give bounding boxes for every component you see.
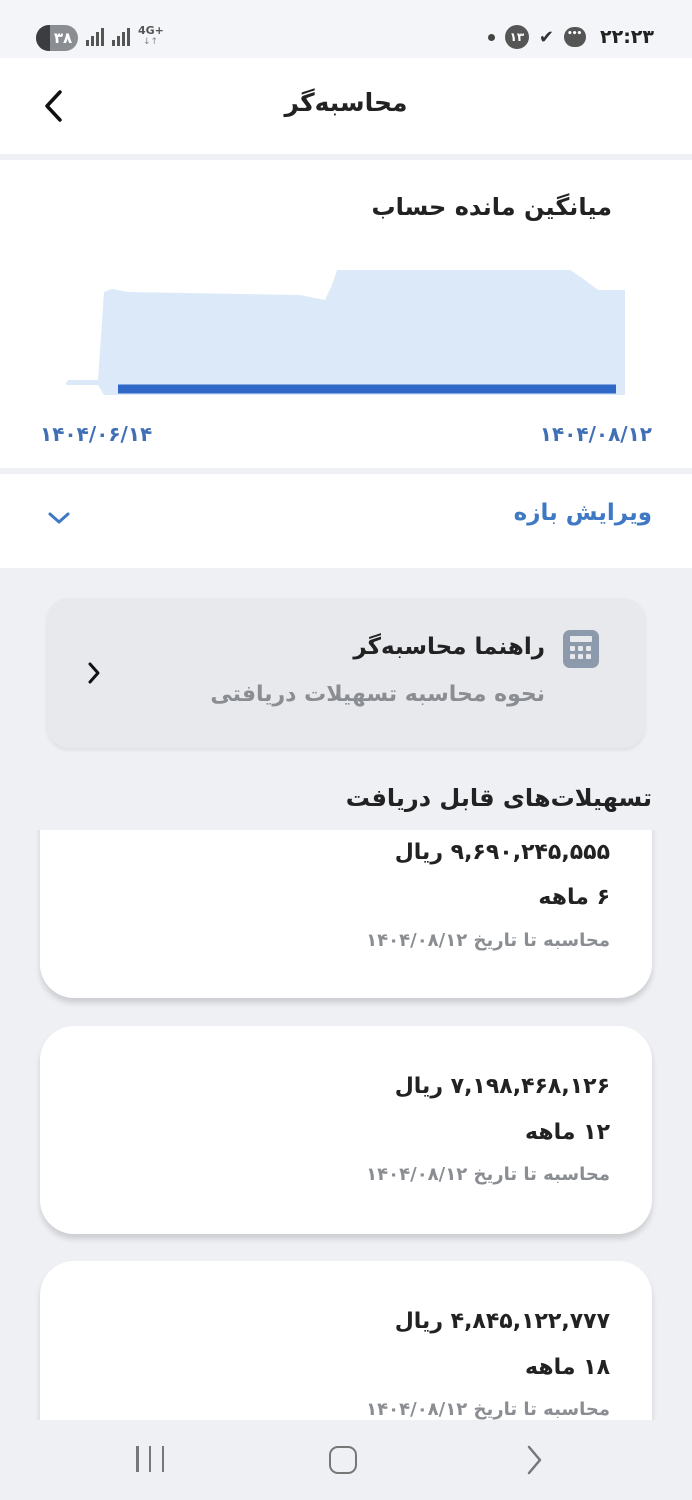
loan-amount: ۷,۱۹۸,۴۶۸,۱۲۶ ریال <box>394 1074 610 1099</box>
signal-icon <box>86 28 106 46</box>
loan-calc-date: محاسبه تا تاریخ ۱۴۰۴/۰۸/۱۲ <box>366 930 610 951</box>
signal-icon-2 <box>112 28 132 46</box>
calculator-guide-card[interactable] <box>47 598 645 748</box>
chevron-left-icon <box>45 90 62 122</box>
loan-amount: ۴,۸۴۵,۱۲۲,۷۷۷ ریال <box>394 1309 610 1334</box>
page-title: محاسبه‌گر <box>284 88 408 117</box>
balance-area-chart <box>66 270 625 395</box>
loan-term: ۶ ماهه <box>538 885 610 910</box>
back-icon[interactable] <box>524 1444 544 1476</box>
chat-icon <box>564 27 586 47</box>
recent-apps-icon[interactable] <box>136 1446 164 1474</box>
balance-area <box>66 270 625 395</box>
guide-title: راهنما محاسبه‌گر <box>353 634 545 660</box>
loans-section-title: تسهیلات‌های قابل دریافت <box>345 784 652 812</box>
battery-indicator: ۳۸ <box>36 25 78 51</box>
notification-dot-icon <box>487 33 495 41</box>
edit-range-label[interactable]: ویرایش بازه <box>514 500 652 526</box>
status-right-group: ۱۳ ✔ ۲۲:۲۳ <box>487 22 654 52</box>
loan-term: ۱۸ ماهه <box>525 1355 610 1380</box>
chart-start-date: ۱۴۰۴/۰۶/۱۴ <box>40 422 153 446</box>
loan-term: ۱۲ ماهه <box>525 1120 610 1145</box>
loan-calc-date: محاسبه تا تاریخ ۱۴۰۴/۰۸/۱۲ <box>366 1164 610 1185</box>
check-icon: ✔ <box>538 26 554 48</box>
notification-badge: ۱۳ <box>504 25 529 49</box>
loan-calc-date: محاسبه تا تاریخ ۱۴۰۴/۰۸/۱۲ <box>366 1399 610 1420</box>
chart-end-date: ۱۴۰۴/۰۸/۱۲ <box>539 422 652 446</box>
loan-amount: ۹,۶۹۰,۲۴۵,۵۵۵ ریال <box>394 840 610 865</box>
chart-title: میانگین مانده حساب <box>371 193 612 221</box>
chevron-left-icon[interactable] <box>86 660 102 686</box>
network-type-label: 4G+ <box>138 24 164 37</box>
loan-card[interactable]: ۹,۶۹۰,۲۴۵,۵۵۵ ریال ۶ ماهه محاسبه تا تاری… <box>40 830 652 998</box>
clock: ۲۲:۲۳ <box>600 26 654 48</box>
loan-card[interactable]: ۴,۸۴۵,۱۲۲,۷۷۷ ریال ۱۸ ماهه محاسبه تا تار… <box>40 1261 652 1420</box>
guide-subtitle: نحوه محاسبه تسهیلات دریافتی <box>210 682 545 707</box>
chevron-down-icon[interactable] <box>46 510 72 526</box>
calculator-icon <box>563 630 599 668</box>
data-arrows-icon: ↓↑ <box>143 37 159 47</box>
loan-card[interactable]: ۷,۱۹۸,۴۶۸,۱۲۶ ریال ۱۲ ماهه محاسبه تا تار… <box>40 1026 652 1234</box>
loan-list[interactable]: ۹,۶۹۰,۲۴۵,۵۵۵ ریال ۶ ماهه محاسبه تا تاری… <box>0 830 692 1420</box>
back-button[interactable] <box>36 86 72 126</box>
home-icon[interactable] <box>329 1446 357 1474</box>
